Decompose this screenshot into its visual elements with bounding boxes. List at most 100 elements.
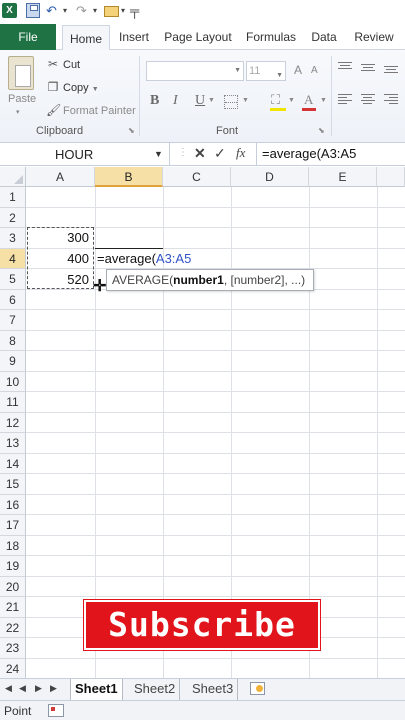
tab-formulas[interactable]: Formulas (244, 24, 298, 50)
align-middle-icon[interactable] (361, 64, 375, 75)
formula-bar-grip-icon[interactable]: ⋮ (178, 147, 188, 158)
copy-button[interactable]: ❐ Copy ▼ (46, 78, 99, 96)
fill-color-dropdown-icon[interactable]: ▼ (288, 97, 295, 104)
tab-data[interactable]: Data (310, 24, 338, 50)
customize-qat-icon[interactable]: ╤ (130, 3, 139, 18)
last-sheet-icon[interactable]: ▶ (50, 683, 57, 694)
enter-button[interactable]: ✓ (214, 145, 226, 162)
macro-record-icon[interactable] (48, 704, 64, 717)
row-header[interactable]: 21 (0, 597, 26, 618)
clipboard-launcher-icon[interactable]: ⬊ (128, 126, 135, 135)
column-header-f[interactable] (377, 167, 405, 187)
borders-dropdown-icon[interactable]: ▼ (242, 97, 249, 104)
save-icon[interactable] (26, 3, 40, 18)
font-name-select[interactable]: ▼ (146, 61, 244, 81)
redo-icon[interactable]: ↷ (76, 3, 87, 18)
underline-dropdown-icon[interactable]: ▼ (208, 97, 215, 104)
next-sheet-icon[interactable]: ▶ (35, 683, 42, 694)
row-header[interactable]: 12 (0, 412, 26, 433)
tab-file[interactable]: File (0, 24, 56, 50)
cancel-button[interactable]: ✕ (194, 145, 206, 162)
row-header[interactable]: 17 (0, 515, 26, 536)
open-folder-icon[interactable] (104, 3, 119, 18)
row-header[interactable]: 23 (0, 638, 26, 659)
row-header[interactable]: 1 (0, 187, 26, 208)
first-sheet-icon[interactable]: ◀ (5, 683, 12, 694)
fill-color-icon[interactable]: ⛶ (271, 92, 280, 108)
column-header-c[interactable]: C (163, 167, 231, 187)
row-header[interactable]: 19 (0, 556, 26, 577)
font-color-icon[interactable]: A (304, 92, 313, 108)
align-right-icon[interactable] (384, 94, 398, 105)
tab-insert[interactable]: Insert (116, 24, 152, 50)
column-header-a[interactable]: A (26, 167, 95, 187)
row-header[interactable]: 18 (0, 535, 26, 556)
select-all-corner[interactable] (0, 167, 26, 187)
copy-dropdown-icon[interactable]: ▼ (92, 86, 99, 93)
align-left-icon[interactable] (338, 94, 352, 105)
row-header[interactable]: 24 (0, 658, 26, 678)
prev-sheet-icon[interactable]: ◀ (19, 683, 26, 694)
insert-function-button[interactable]: fx (236, 145, 245, 161)
italic-button[interactable]: I (173, 93, 178, 109)
row-header[interactable]: 4 (0, 248, 26, 269)
row-header[interactable]: 7 (0, 310, 26, 331)
borders-icon[interactable] (224, 95, 238, 109)
column-header-e[interactable]: E (309, 167, 377, 187)
paste-button-label[interactable]: Paste (8, 93, 36, 105)
row-header[interactable]: 8 (0, 330, 26, 351)
font-color-dropdown-icon[interactable]: ▼ (320, 97, 327, 104)
align-bottom-icon[interactable] (384, 66, 398, 77)
sheet-tab-sheet3[interactable]: Sheet3 (188, 679, 239, 700)
undo-icon[interactable]: ↶ (46, 3, 57, 18)
row-header[interactable]: 9 (0, 351, 26, 372)
sheet-tab-sheet2[interactable]: Sheet2 (130, 679, 181, 700)
underline-button[interactable]: U (195, 93, 205, 109)
row-header[interactable]: 22 (0, 617, 26, 638)
shrink-font-button[interactable]: A (311, 65, 318, 76)
row-header[interactable]: 6 (0, 289, 26, 310)
tab-home[interactable]: Home (62, 25, 110, 51)
bold-button[interactable]: B (150, 93, 159, 109)
cell-a3[interactable]: 300 (26, 230, 92, 245)
row-header[interactable]: 2 (0, 207, 26, 228)
format-painter-button[interactable]: 🖌 Format Painter (46, 101, 136, 119)
cut-button[interactable]: ✂ Cut (46, 55, 80, 73)
function-tooltip[interactable]: AVERAGE(number1, [number2], ...) (106, 269, 314, 291)
tab-page-layout[interactable]: Page Layout (164, 24, 232, 50)
chevron-down-icon[interactable]: ▼ (154, 149, 163, 159)
row-header[interactable]: 20 (0, 576, 26, 597)
formula-range-ref: A3:A5 (155, 251, 192, 266)
cell-a4[interactable]: 400 (26, 251, 92, 266)
row-header[interactable]: 10 (0, 371, 26, 392)
row-header[interactable]: 13 (0, 433, 26, 454)
align-center-icon[interactable] (361, 94, 375, 105)
row-header[interactable]: 11 (0, 392, 26, 413)
sheet-tab-sheet1[interactable]: Sheet1 (70, 679, 123, 700)
paste-dropdown-icon[interactable]: ▾ (16, 108, 20, 116)
qat-dropdown-icon[interactable]: ▾ (121, 3, 125, 18)
paste-icon[interactable] (8, 56, 34, 90)
row-header[interactable]: 5 (0, 269, 26, 290)
subscribe-banner[interactable]: Subscribe (83, 599, 321, 651)
name-box[interactable]: HOUR ▼ (0, 143, 170, 166)
tooltip-arg1[interactable]: number1 (173, 273, 224, 287)
formula-input[interactable]: =average(A3:A5 (256, 143, 405, 166)
redo-dropdown-icon[interactable]: ▾ (93, 3, 97, 18)
insert-sheet-icon[interactable] (250, 682, 265, 695)
cell-a5[interactable]: 520 (26, 272, 92, 287)
tab-review[interactable]: Review (352, 24, 396, 50)
row-header[interactable]: 15 (0, 474, 26, 495)
align-top-icon[interactable] (338, 62, 352, 73)
column-header-b[interactable]: B (95, 167, 163, 187)
row-header[interactable]: 14 (0, 453, 26, 474)
font-launcher-icon[interactable]: ⬊ (318, 126, 325, 135)
row-header[interactable]: 3 (0, 228, 26, 249)
undo-dropdown-icon[interactable]: ▾ (63, 3, 67, 18)
grow-font-button[interactable]: A (294, 63, 302, 77)
sheet-tab-bar: ◀ ◀ ▶ ▶ Sheet1 Sheet2 Sheet3 (0, 678, 405, 700)
move-cursor-icon: ✛ (93, 278, 107, 295)
font-size-select[interactable]: 11 ▼ (246, 61, 286, 81)
column-header-d[interactable]: D (231, 167, 309, 187)
row-header[interactable]: 16 (0, 494, 26, 515)
